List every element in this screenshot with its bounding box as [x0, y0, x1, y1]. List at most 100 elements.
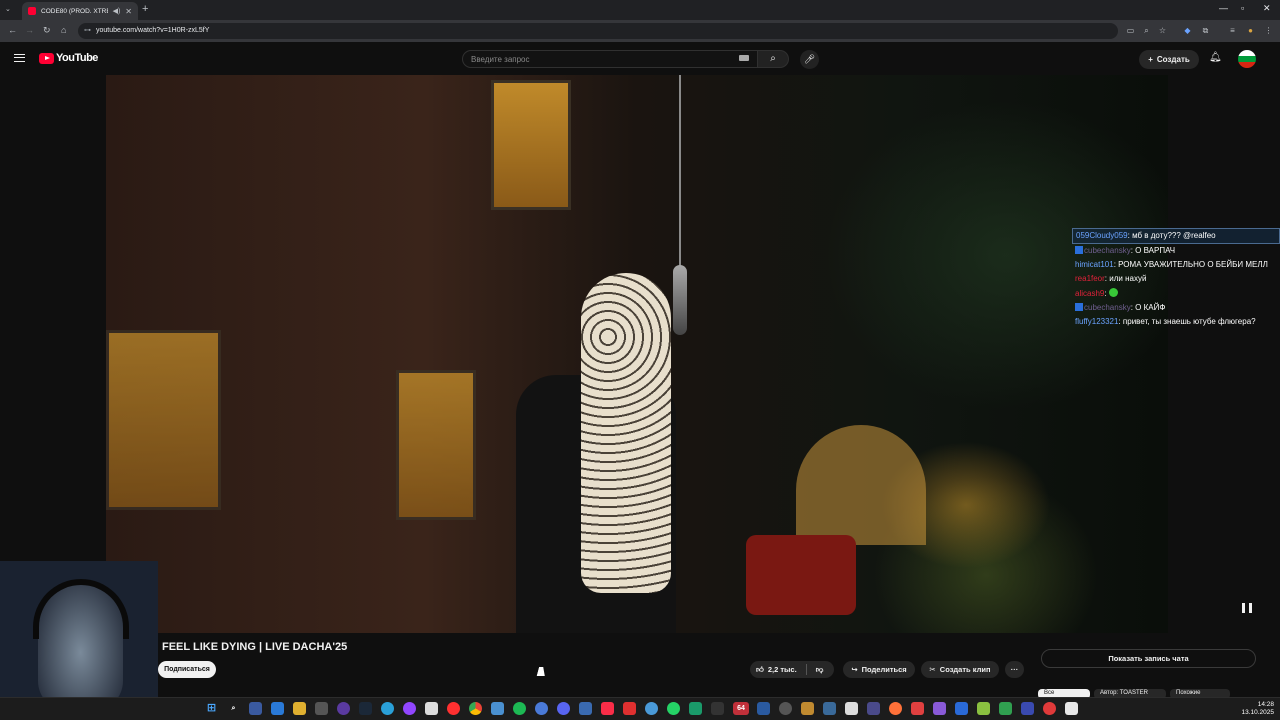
taskbar-clock[interactable]: 14:28 13.10.2025: [1240, 701, 1274, 717]
new-tab-button[interactable]: +: [142, 3, 148, 15]
app-icon[interactable]: [315, 702, 328, 715]
video-player[interactable]: [106, 75, 1168, 633]
install-app-icon[interactable]: ▭: [1126, 26, 1135, 35]
pause-icon[interactable]: [1242, 603, 1252, 613]
account-avatar[interactable]: [1238, 50, 1256, 68]
firefox-icon[interactable]: [889, 702, 902, 715]
thumbs-down-icon: 👎︎: [815, 664, 824, 674]
chat-username[interactable]: cubechansky: [1084, 246, 1131, 255]
search-icon: ⌕: [770, 53, 776, 64]
app-icon[interactable]: [911, 702, 924, 715]
app-icon[interactable]: [645, 702, 658, 715]
extensions-icon[interactable]: ⧉: [1201, 26, 1210, 35]
app-icon[interactable]: [1021, 702, 1034, 715]
app-icon[interactable]: [535, 702, 548, 715]
search-icon[interactable]: ⌕: [227, 702, 240, 715]
app-icon[interactable]: [757, 702, 770, 715]
notification-count-badge[interactable]: 64: [733, 702, 749, 715]
site-info-icon[interactable]: ⊶: [84, 26, 91, 34]
close-window-icon[interactable]: ✕: [1263, 3, 1271, 14]
task-view-icon[interactable]: [249, 702, 262, 715]
app-icon[interactable]: [623, 702, 636, 715]
address-bar[interactable]: youtube.com/watch?v=1H0R-zxL5fY: [78, 23, 1118, 39]
app-icon[interactable]: [337, 702, 350, 715]
reload-icon[interactable]: ↻: [43, 25, 51, 36]
app-icon[interactable]: [1043, 702, 1056, 715]
app-icon[interactable]: [955, 702, 968, 715]
app-icon[interactable]: [823, 702, 836, 715]
app-icon[interactable]: [999, 702, 1012, 715]
chat-text: привет, ты знаешь ютубе флюгера?: [1122, 317, 1256, 326]
chat-username[interactable]: 059Cloudy059: [1076, 231, 1128, 240]
profile-icon[interactable]: ●: [1246, 26, 1255, 35]
youtube-logo[interactable]: YouTube: [39, 52, 98, 64]
clip-button[interactable]: ✂ Создать клип: [921, 661, 999, 678]
chat-message: rea1feor: или нахуй: [1072, 272, 1280, 286]
hamburger-menu-icon[interactable]: [14, 54, 25, 62]
search-button[interactable]: ⌕: [757, 50, 789, 68]
speaker-icon[interactable]: ◀): [113, 7, 121, 15]
chat-emote-icon: [1108, 288, 1118, 297]
chat-username[interactable]: cubechansky: [1084, 303, 1131, 312]
calendar-icon[interactable]: [425, 702, 438, 715]
spotify-icon[interactable]: [513, 702, 526, 715]
share-button[interactable]: ↪ Поделиться: [843, 661, 915, 678]
yandex-icon[interactable]: [447, 702, 460, 715]
more-actions-button[interactable]: ···: [1005, 661, 1024, 678]
keyboard-icon[interactable]: [739, 55, 749, 61]
whatsapp-icon[interactable]: [667, 702, 680, 715]
home-icon[interactable]: ⌂: [61, 25, 66, 35]
app-icon[interactable]: [867, 702, 880, 715]
tab-search-icon[interactable]: ⌄: [5, 5, 11, 13]
browser-tab-active[interactable]: CODE80 (PROD. XTREME) - ◀) ✕: [22, 2, 138, 20]
app-icon[interactable]: [1065, 702, 1078, 715]
app-icon[interactable]: [801, 702, 814, 715]
like-dislike-group: 👍︎ 2,2 тыс. 👎︎: [750, 661, 834, 678]
app-icon[interactable]: [845, 702, 858, 715]
chrome-icon[interactable]: [469, 702, 482, 715]
menu-dots-icon[interactable]: ⋮: [1264, 26, 1273, 35]
chat-username[interactable]: rea1feor: [1075, 274, 1105, 283]
terminal-icon[interactable]: [711, 702, 724, 715]
microphone-icon: 🎤︎: [803, 54, 816, 64]
chat-username[interactable]: fluffy123321: [1075, 317, 1118, 326]
windows-start-icon[interactable]: ⊞: [205, 702, 218, 715]
create-button[interactable]: + Создать: [1139, 50, 1199, 69]
chat-username[interactable]: alicash9: [1075, 289, 1104, 298]
subscribe-button[interactable]: Подписаться: [158, 661, 216, 678]
subscriber-badge-icon: [1075, 303, 1083, 311]
like-button[interactable]: 👍︎ 2,2 тыс.: [756, 665, 797, 675]
dislike-button[interactable]: 👎︎: [816, 665, 824, 675]
chat-message: 059Cloudy059: мб в доту??? @realfeo: [1072, 228, 1280, 244]
maximize-icon[interactable]: ▫: [1241, 3, 1244, 13]
back-icon[interactable]: ←: [8, 25, 17, 35]
chat-username[interactable]: himicat101: [1075, 260, 1114, 269]
file-explorer-icon[interactable]: [293, 702, 306, 715]
media-control-icon[interactable]: ≡: [1228, 26, 1237, 35]
app-icon[interactable]: [933, 702, 946, 715]
lit-archway: [796, 425, 926, 545]
steam-icon[interactable]: [359, 702, 372, 715]
app-icon[interactable]: [491, 702, 504, 715]
translate-extension-icon[interactable]: ◆: [1183, 26, 1192, 35]
app-icon[interactable]: [977, 702, 990, 715]
video-title: FEEL LIKE DYING | LIVE DACHA'25: [162, 641, 348, 653]
browser-tab-bar: ⌄ CODE80 (PROD. XTREME) - ◀) ✕ + — ▫ ✕: [0, 0, 1280, 20]
app-icon[interactable]: [779, 702, 792, 715]
telegram-icon[interactable]: [381, 702, 394, 715]
bookmark-star-icon[interactable]: ☆: [1158, 26, 1167, 35]
show-chat-replay-button[interactable]: Показать запись чата: [1041, 649, 1256, 668]
app-icon[interactable]: [689, 702, 702, 715]
music-icon[interactable]: [601, 702, 614, 715]
twitch-icon[interactable]: [403, 702, 416, 715]
voice-search-button[interactable]: 🎤︎: [800, 50, 819, 69]
app-icon[interactable]: [579, 702, 592, 715]
forward-icon[interactable]: →: [25, 25, 34, 35]
widgets-icon[interactable]: [271, 702, 284, 715]
search-input[interactable]: Введите запрос: [462, 50, 758, 68]
discord-icon[interactable]: [557, 702, 570, 715]
minimize-icon[interactable]: —: [1219, 3, 1228, 13]
zoom-icon[interactable]: ⌕: [1142, 26, 1151, 35]
close-tab-icon[interactable]: ✕: [125, 7, 132, 16]
notifications-bell-icon[interactable]: 🔔︎: [1209, 52, 1222, 63]
